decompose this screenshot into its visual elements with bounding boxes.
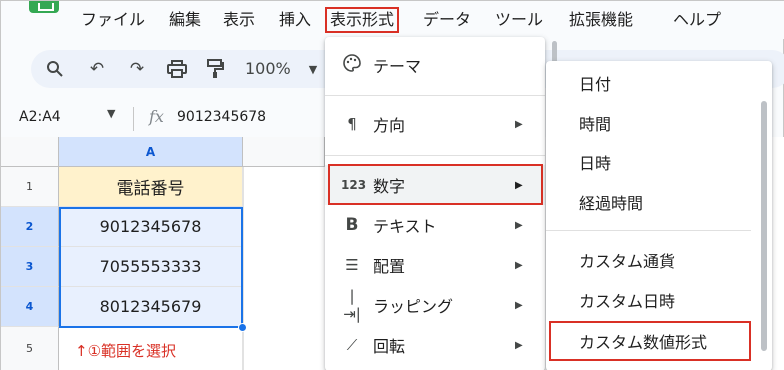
row-header-1[interactable]: 1 [1, 167, 59, 207]
submenu-item-label: カスタム日時 [579, 292, 676, 311]
menu-item-label: ラッピング [373, 297, 454, 316]
menu-item-number[interactable]: 123 数字 ▶ [325, 165, 545, 205]
align-icon: ☰ [345, 256, 359, 274]
submenu-item-custom-currency[interactable]: カスタム通貨 [546, 240, 766, 280]
menu-scrollbar[interactable] [552, 41, 557, 63]
cell-a1[interactable]: 電話番号 [59, 167, 243, 207]
submenu-arrow-icon: ▶ [515, 299, 523, 311]
bold-icon: B [345, 215, 359, 235]
grid-line [243, 167, 244, 370]
search-icon[interactable] [43, 57, 67, 81]
submenu-item-time[interactable]: 時間 [546, 103, 766, 143]
chevron-down-icon[interactable]: ▼ [301, 57, 325, 81]
menu-help[interactable]: ヘルプ [669, 7, 725, 33]
submenu-arrow-icon: ▶ [515, 179, 523, 191]
menu-item-label: 回転 [373, 337, 406, 356]
row-header-4[interactable]: 4 [1, 287, 59, 327]
cell-a2[interactable]: 9012345678 [59, 207, 243, 247]
palette-icon [341, 54, 363, 76]
column-header-b[interactable] [243, 137, 325, 167]
row-header-2[interactable]: 2 [1, 207, 59, 247]
rotate-icon: ⟋ [346, 336, 358, 354]
zoom-select[interactable]: 100% [245, 57, 291, 81]
formula-input[interactable]: 9012345678 [177, 109, 266, 125]
row-header-5[interactable]: 5 [1, 327, 59, 370]
fill-handle[interactable] [238, 323, 247, 332]
menu-data[interactable]: データ [419, 7, 475, 33]
menu-edit[interactable]: 編集 [165, 7, 205, 33]
menu-format[interactable]: 表示形式 [325, 7, 400, 33]
menu-extensions[interactable]: 拡張機能 [565, 7, 637, 33]
menu-tools[interactable]: ツール [491, 7, 547, 33]
menu-insert[interactable]: 挿入 [275, 7, 315, 33]
redo-icon[interactable]: ↷ [125, 57, 149, 81]
menu-item-label: 方向 [373, 116, 406, 135]
submenu-arrow-icon: ▶ [515, 219, 523, 231]
wrap-icon: |⇥| [343, 287, 361, 323]
sheets-logo-icon[interactable] [29, 1, 59, 13]
select-all-corner[interactable] [1, 137, 59, 167]
print-icon[interactable] [165, 57, 189, 81]
number-123-icon: 123 [341, 178, 367, 192]
row-header-3[interactable]: 3 [1, 247, 59, 287]
submenu-item-label: カスタム数値形式 [579, 333, 708, 352]
submenu-item-duration[interactable]: 経過時間 [546, 182, 766, 222]
undo-icon[interactable]: ↶ [85, 57, 109, 81]
menu-view[interactable]: 表示 [219, 7, 259, 33]
text-direction-icon: ¶ [347, 115, 357, 133]
name-box[interactable]: A2:A4 [19, 109, 61, 125]
menu-item-direction[interactable]: ¶ 方向 ▶ [325, 104, 545, 144]
menu-item-label: テキスト [373, 217, 437, 236]
submenu-item-label: 経過時間 [579, 194, 644, 213]
paint-format-icon[interactable] [203, 57, 227, 81]
column-header-a[interactable]: A [59, 137, 243, 167]
cell-a4[interactable]: 8012345679 [59, 287, 243, 327]
submenu-item-label: 時間 [579, 115, 612, 134]
fx-icon: fx [149, 107, 164, 126]
submenu-item-custom-number-format[interactable]: カスタム数値形式 [546, 321, 766, 361]
submenu-item-datetime[interactable]: 日時 [546, 142, 766, 182]
submenu-arrow-icon: ▶ [515, 339, 523, 351]
menu-item-text[interactable]: B テキスト ▶ [325, 205, 545, 245]
menu-file[interactable]: ファイル [77, 7, 149, 33]
cell-a3[interactable]: 7055553333 [59, 247, 243, 287]
menu-item-theme[interactable]: テーマ [325, 45, 545, 85]
menu-item-label: 数字 [373, 177, 406, 196]
submenu-item-custom-datetime[interactable]: カスタム日時 [546, 280, 766, 320]
menu-item-rotation[interactable]: ⟋ 回転 ▶ [325, 325, 545, 365]
formula-bar-divider [133, 107, 134, 131]
menu-item-alignment[interactable]: ☰ 配置 ▶ [325, 245, 545, 285]
menu-item-label: テーマ [373, 57, 422, 76]
submenu-arrow-icon: ▶ [515, 118, 523, 130]
submenu-item-date[interactable]: 日付 [546, 63, 766, 103]
submenu-arrow-icon: ▶ [515, 259, 523, 271]
submenu-item-label: 日時 [579, 154, 612, 173]
name-box-dropdown-icon[interactable]: ▼ [107, 107, 115, 120]
submenu-divider [546, 230, 751, 231]
menu-divider [325, 95, 545, 96]
instruction-note: ↑①範囲を選択 [75, 342, 177, 360]
menu-divider [325, 155, 545, 156]
submenu-item-label: 日付 [579, 75, 612, 94]
menu-item-label: 配置 [373, 257, 406, 276]
submenu-item-label: カスタム通貨 [579, 252, 676, 271]
menu-item-wrapping[interactable]: |⇥| ラッピング ▶ [325, 285, 545, 325]
